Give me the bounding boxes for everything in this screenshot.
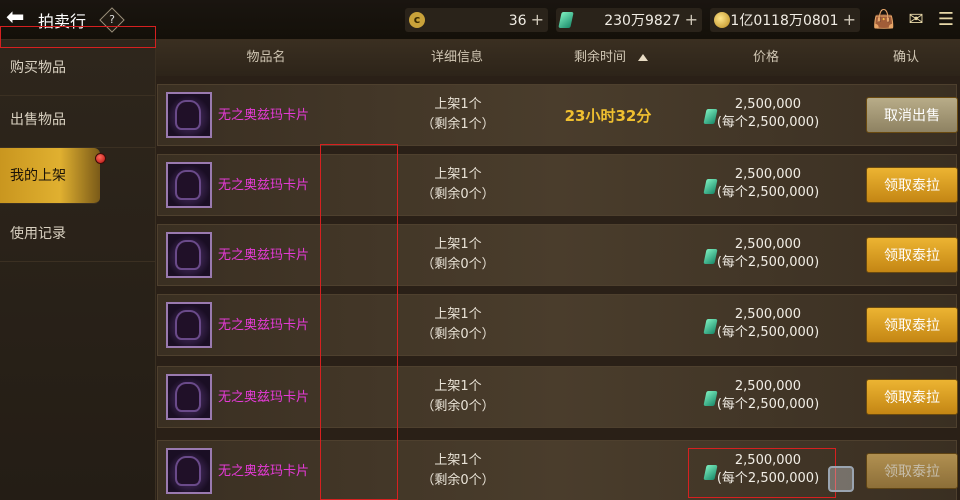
unit-price: (每个2,500,000) (716, 397, 820, 412)
annotation-box-column (320, 144, 398, 500)
listing-detail: 上架1个 （剩余0个） (393, 451, 523, 491)
listing-detail: 上架1个 （剩余1个） (393, 95, 523, 135)
claim-tera-button[interactable]: 领取泰拉 (866, 379, 958, 415)
gold-add-button[interactable]: + (843, 10, 856, 29)
gold-coin-icon (714, 12, 730, 28)
table-row: 无之奥兹玛卡片 上架1个 （剩余1个） 23小时32分 2,500,000 (每个2,50… (157, 84, 958, 147)
price: 2,500,000 (每个2,500,000) (703, 378, 833, 414)
coupon-icon: c (409, 12, 425, 28)
sidebar-item-sell[interactable]: 出售物品 (0, 92, 156, 148)
listed-count: 上架1个 (434, 237, 482, 252)
claim-tera-button[interactable]: 领取泰拉 (866, 453, 958, 489)
sidebar-item-my-listings[interactable]: 我的上架 (0, 148, 100, 204)
sidebar-item-buy[interactable]: 购买物品 (0, 40, 156, 96)
table-row: 无之奥兹玛卡片 上架1个 （剩余0个） 2,500,000 (每个2,500,000) 领… (157, 294, 958, 357)
remaining-count: （剩余0个） (421, 399, 495, 414)
remaining-count: （剩余1个） (421, 117, 495, 132)
total-price: 2,500,000 (734, 237, 802, 252)
item-card-thumbnail[interactable] (166, 374, 212, 420)
remaining-count: （剩余0个） (421, 187, 495, 202)
listing-detail: 上架1个 （剩余0个） (393, 235, 523, 275)
item-name[interactable]: 无之奥兹玛卡片 (218, 155, 309, 217)
item-card-thumbnail[interactable] (166, 232, 212, 278)
remaining-count: （剩余0个） (421, 473, 495, 488)
item-card-thumbnail[interactable] (166, 162, 212, 208)
notification-dot (95, 153, 106, 164)
claim-tera-button[interactable]: 领取泰拉 (866, 167, 958, 203)
price: 2,500,000 (每个2,500,000) (703, 306, 833, 342)
menu-icon[interactable]: ☰ (934, 9, 958, 31)
column-item-name: 物品名 (246, 50, 286, 65)
gem-icon (558, 12, 574, 28)
item-name[interactable]: 无之奥兹玛卡片 (218, 85, 309, 147)
gold-value: 1亿0118万0801 (730, 13, 839, 29)
unit-price: (每个2,500,000) (716, 185, 820, 200)
item-card-thumbnail[interactable] (166, 302, 212, 348)
item-card-thumbnail[interactable] (166, 92, 212, 138)
item-name[interactable]: 无之奥兹玛卡片 (218, 367, 309, 429)
listed-count: 上架1个 (434, 97, 482, 112)
column-time[interactable]: 剩余时间 (536, 40, 686, 76)
coupon-add-button[interactable]: + (531, 10, 544, 29)
column-price: 价格 (752, 50, 779, 65)
item-name[interactable]: 无之奥兹玛卡片 (218, 295, 309, 357)
column-time-label: 剩余时间 (573, 50, 626, 65)
listing-detail: 上架1个 （剩余0个） (393, 377, 523, 417)
annotation-box-title (0, 26, 156, 48)
annotation-box-price (688, 448, 836, 498)
total-price: 2,500,000 (734, 97, 802, 112)
coupon-counter: c 36 + (405, 8, 548, 32)
table-row: 无之奥兹玛卡片 上架1个 （剩余0个） 2,500,000 (每个2,500,000) 领… (157, 366, 958, 429)
coupon-value: 36 (508, 13, 527, 29)
unit-price: (每个2,500,000) (716, 115, 820, 130)
price: 2,500,000 (每个2,500,000) (703, 236, 833, 272)
gold-counter: 1亿0118万0801 + (710, 8, 860, 32)
sort-up-icon (638, 54, 648, 61)
bag-icon[interactable]: 👜 (872, 9, 896, 31)
total-price: 2,500,000 (734, 307, 802, 322)
claim-tera-button[interactable]: 领取泰拉 (866, 237, 958, 273)
watermark-icon (828, 466, 854, 492)
listed-count: 上架1个 (434, 307, 482, 322)
table-row: 无之奥兹玛卡片 上架1个 （剩余0个） 2,500,000 (每个2,500,000) 领… (157, 224, 958, 287)
column-detail: 详细信息 (430, 50, 483, 65)
listing-detail: 上架1个 （剩余0个） (393, 305, 523, 345)
total-price: 2,500,000 (734, 167, 802, 182)
item-card-thumbnail[interactable] (166, 448, 212, 494)
listed-count: 上架1个 (434, 379, 482, 394)
item-name[interactable]: 无之奥兹玛卡片 (218, 441, 309, 500)
cancel-sale-button[interactable]: 取消出售 (866, 97, 958, 133)
remaining-count: （剩余0个） (421, 327, 495, 342)
total-price: 2,500,000 (734, 379, 802, 394)
time-remaining: 23小时32分 (564, 107, 652, 125)
mail-icon[interactable]: ✉ (904, 9, 928, 31)
listed-count: 上架1个 (434, 453, 482, 468)
gem-value: 230万9827 (604, 13, 681, 29)
item-name[interactable]: 无之奥兹玛卡片 (218, 225, 309, 287)
listed-count: 上架1个 (434, 167, 482, 182)
column-confirm: 确认 (892, 50, 919, 65)
sidebar-item-history[interactable]: 使用记录 (0, 206, 156, 262)
listing-detail: 上架1个 （剩余0个） (393, 165, 523, 205)
table-header: 物品名 详细信息 剩余时间 价格 确认 (156, 40, 960, 76)
sidebar: 购买物品 出售物品 我的上架 使用记录 (0, 40, 156, 500)
remaining-count: （剩余0个） (421, 257, 495, 272)
unit-price: (每个2,500,000) (716, 255, 820, 270)
unit-price: (每个2,500,000) (716, 325, 820, 340)
gem-counter: 230万9827 + (556, 8, 702, 32)
claim-tera-button[interactable]: 领取泰拉 (866, 307, 958, 343)
price: 2,500,000 (每个2,500,000) (703, 166, 833, 202)
price: 2,500,000 (每个2,500,000) (703, 96, 833, 132)
table-row: 无之奥兹玛卡片 上架1个 （剩余0个） 2,500,000 (每个2,500,000) 领… (157, 154, 958, 217)
gem-add-button[interactable]: + (685, 10, 698, 29)
